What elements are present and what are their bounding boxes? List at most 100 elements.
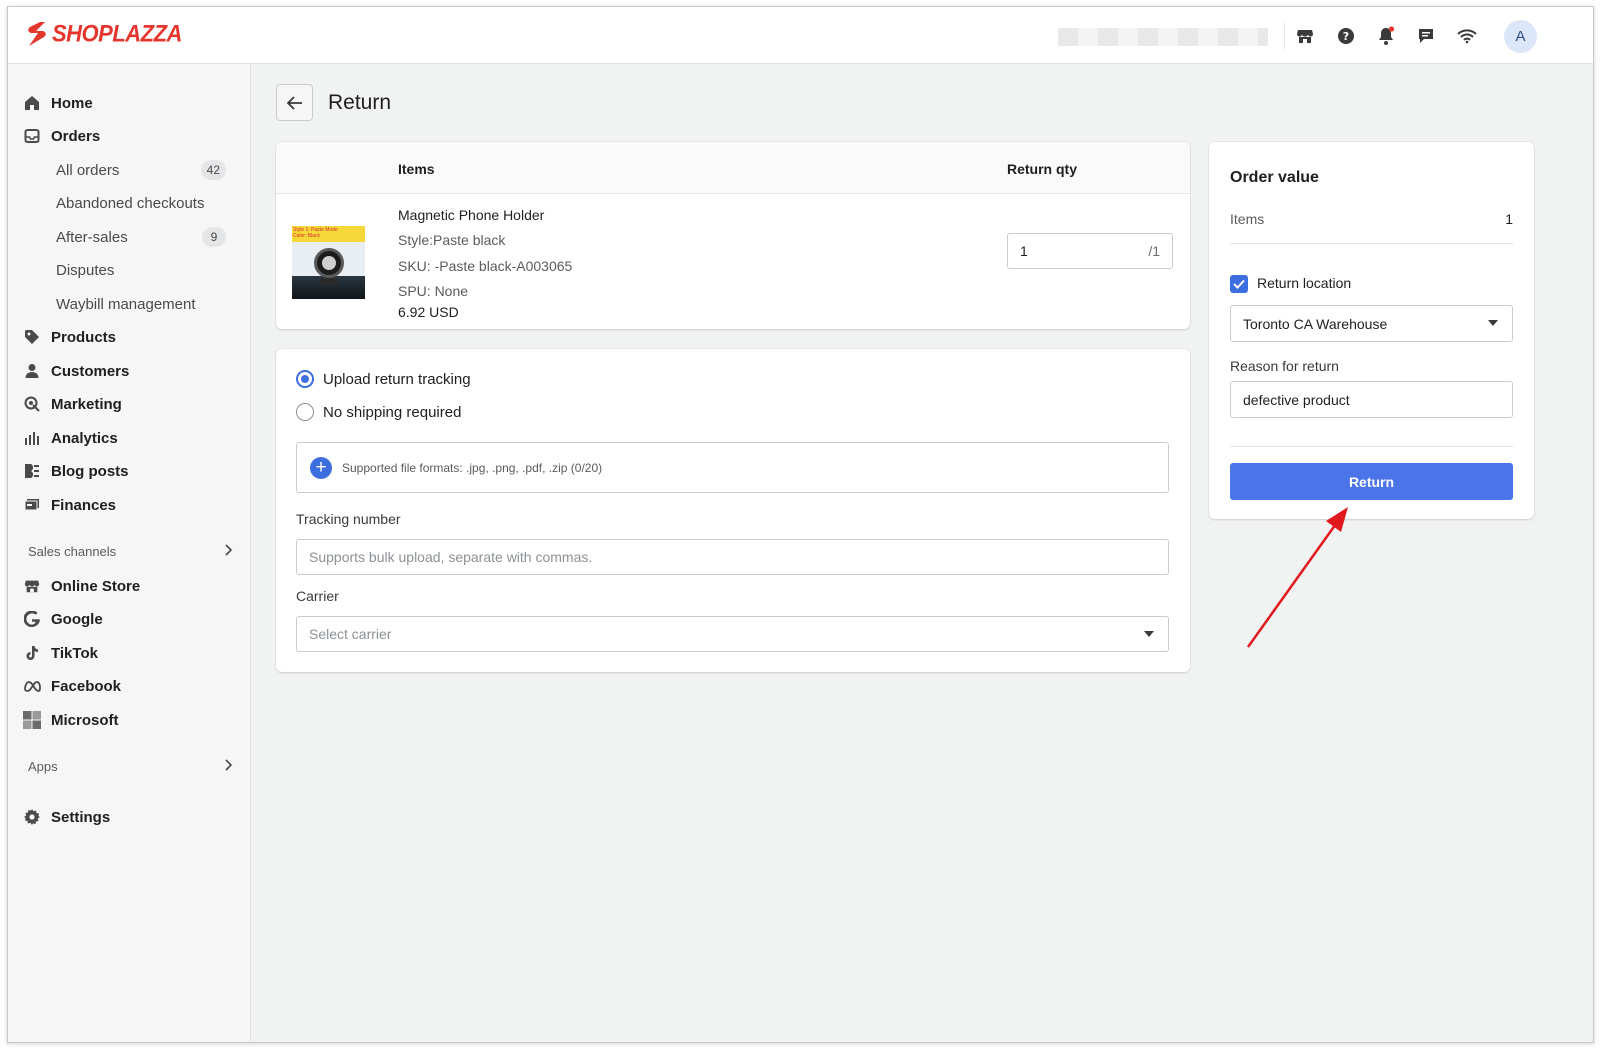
radio-upload-return-tracking[interactable]: Upload return tracking [296, 370, 471, 388]
microsoft-icon [23, 711, 41, 729]
app-window: SHOPLAZZA ? A Home Orders All orders 42 … [7, 6, 1594, 1043]
avatar[interactable]: A [1504, 20, 1537, 53]
tracking-number-label: Tracking number [296, 511, 401, 527]
help-icon[interactable]: ? [1334, 24, 1358, 48]
sidebar-subitem-waybill-management[interactable]: Waybill management [56, 291, 226, 317]
order-value-title: Order value [1230, 169, 1319, 186]
file-upload-area[interactable]: + Supported file formats: .jpg, .png, .p… [296, 442, 1169, 493]
sidebar-item-marketing[interactable]: Marketing [23, 391, 122, 417]
finance-icon [23, 496, 41, 514]
sidebar-subitem-abandoned-checkouts[interactable]: Abandoned checkouts [56, 190, 226, 216]
store-icon [23, 577, 41, 595]
product-sku: SKU: -Paste black-A003065 [398, 258, 573, 274]
shipping-card: Upload return tracking No shipping requi… [276, 349, 1190, 672]
shoplazza-logo-mark-icon [28, 22, 46, 46]
sidebar-item-label: Home [51, 94, 93, 112]
return-button[interactable]: Return [1230, 463, 1513, 500]
radio-unselected-icon [296, 403, 314, 421]
sidebar-item-products[interactable]: Products [23, 324, 116, 350]
divider [1284, 23, 1285, 49]
sidebar: Home Orders All orders 42 Abandoned chec… [8, 64, 251, 1042]
sidebar-item-analytics[interactable]: Analytics [23, 425, 118, 451]
section-label: Apps [28, 759, 58, 774]
count-badge: 42 [200, 160, 226, 180]
return-location-select[interactable]: Toronto CA Warehouse [1230, 305, 1513, 342]
wifi-icon[interactable] [1455, 24, 1479, 48]
product-thumbnail: Style 1: Paste Mode Color: Black [292, 226, 365, 299]
chat-icon[interactable] [1414, 24, 1438, 48]
sidebar-item-settings[interactable]: Settings [23, 804, 110, 830]
upload-hint: Supported file formats: .jpg, .png, .pdf… [342, 460, 603, 475]
sidebar-item-orders[interactable]: Orders [23, 123, 100, 149]
divider [1230, 446, 1513, 447]
sidebar-item-label: Online Store [51, 577, 141, 595]
sidebar-item-label: Products [51, 328, 117, 346]
items-summary-row: Items 1 [1230, 211, 1513, 227]
sidebar-item-label: Settings [51, 808, 111, 826]
product-name[interactable]: Magnetic Phone Holder [398, 207, 544, 223]
sidebar-item-label: Finances [51, 496, 117, 514]
sidebar-item-online-store[interactable]: Online Store [23, 573, 140, 599]
sidebar-subitem-label: After-sales [56, 228, 128, 246]
sidebar-item-label: Microsoft [51, 711, 119, 729]
sidebar-item-label: Orders [51, 127, 101, 145]
tag-icon [23, 328, 41, 346]
chevron-right-icon [223, 759, 233, 774]
sidebar-item-home[interactable]: Home [23, 90, 93, 116]
sidebar-item-customers[interactable]: Customers [23, 358, 129, 384]
reason-for-return-input[interactable]: defective product [1230, 381, 1513, 418]
meta-icon [23, 677, 41, 695]
section-label: Sales channels [28, 544, 117, 559]
radio-label: Upload return tracking [323, 370, 471, 388]
caret-down-icon [1144, 631, 1154, 637]
sidebar-item-facebook[interactable]: Facebook [23, 673, 121, 699]
blog-icon [23, 462, 41, 480]
sidebar-item-microsoft[interactable]: Microsoft [23, 707, 119, 733]
brand-name: SHOPLAZZA [52, 19, 182, 48]
checkbox-checked-icon[interactable] [1230, 275, 1248, 293]
return-location-checkbox-row[interactable]: Return location [1230, 275, 1513, 293]
sidebar-item-label: Blog posts [51, 462, 129, 480]
return-location-value: Toronto CA Warehouse [1243, 315, 1388, 332]
reason-for-return-value: defective product [1243, 391, 1350, 408]
return-qty-input[interactable]: 1 /1 [1007, 233, 1173, 269]
items-summary-count: 1 [1505, 211, 1513, 227]
store-name-blurred [1058, 28, 1268, 46]
gear-icon [23, 808, 41, 826]
column-header-return-qty: Return qty [1007, 161, 1077, 177]
column-header-items: Items [398, 161, 435, 177]
sidebar-subitem-all-orders[interactable]: All orders 42 [56, 157, 226, 183]
store-icon[interactable] [1293, 24, 1317, 48]
shoplazza-logo[interactable]: SHOPLAZZA [26, 19, 182, 48]
radio-label: No shipping required [323, 403, 462, 421]
sidebar-item-finances[interactable]: Finances [23, 492, 116, 518]
return-qty-value: 1 [1020, 243, 1028, 259]
apps-header[interactable]: Apps [28, 759, 233, 774]
sidebar-item-google[interactable]: Google [23, 606, 103, 632]
tiktok-icon [23, 644, 41, 662]
radio-selected-icon [296, 370, 314, 388]
carrier-select[interactable]: Select carrier [296, 616, 1169, 652]
tracking-number-input[interactable]: Supports bulk upload, separate with comm… [296, 539, 1169, 575]
plus-icon[interactable]: + [310, 456, 332, 479]
thumbnail-caption: Color: Black [293, 233, 320, 239]
product-style: Style:Paste black [398, 232, 506, 248]
page-title: Return [328, 91, 392, 114]
google-icon [23, 610, 41, 628]
reason-for-return-label-row: Reason for return [1230, 358, 1513, 374]
sidebar-subitem-label: Waybill management [56, 295, 196, 313]
radio-no-shipping-required[interactable]: No shipping required [296, 403, 461, 421]
orders-icon [23, 127, 41, 145]
sidebar-subitem-disputes[interactable]: Disputes [56, 257, 226, 283]
product-spu: SPU: None [398, 283, 469, 299]
sidebar-item-tiktok[interactable]: TikTok [23, 640, 98, 666]
bar-chart-icon [23, 429, 41, 447]
person-icon [23, 362, 41, 380]
back-button[interactable] [276, 84, 313, 121]
sidebar-item-blog-posts[interactable]: Blog posts [23, 458, 129, 484]
svg-text:?: ? [1343, 30, 1349, 43]
sales-channels-header[interactable]: Sales channels [28, 544, 233, 559]
top-bar: SHOPLAZZA ? A [8, 7, 1593, 64]
bell-icon[interactable] [1374, 24, 1398, 48]
sidebar-subitem-after-sales[interactable]: After-sales 9 [56, 224, 226, 250]
